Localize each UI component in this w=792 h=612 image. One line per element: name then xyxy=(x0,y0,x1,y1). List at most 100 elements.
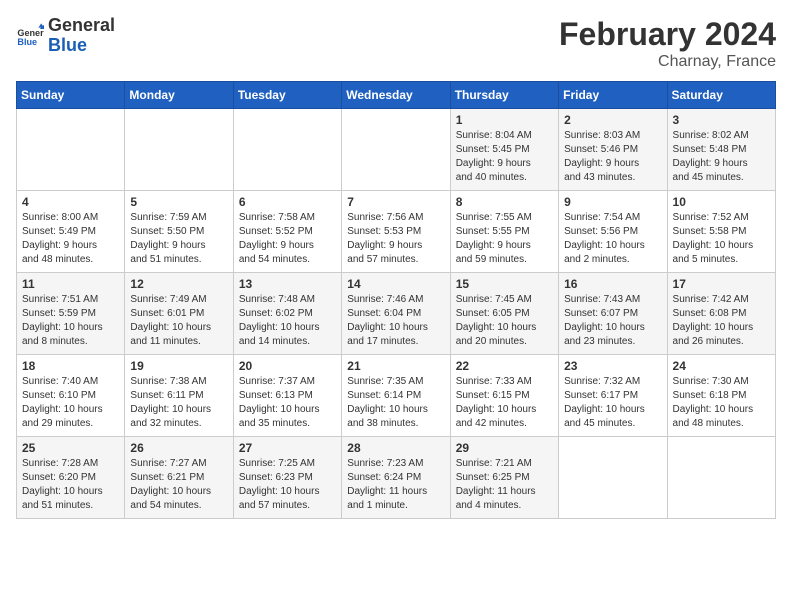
day-number: 16 xyxy=(564,277,661,291)
calendar-cell: 21 Sunrise: 7:35 AM Sunset: 6:14 PM Dayli… xyxy=(342,355,450,437)
calendar-cell: 15 Sunrise: 7:45 AM Sunset: 6:05 PM Dayli… xyxy=(450,273,558,355)
day-number: 5 xyxy=(130,195,227,209)
calendar-cell: 16 Sunrise: 7:43 AM Sunset: 6:07 PM Dayli… xyxy=(559,273,667,355)
calendar-cell: 17Sunrise: 7:42 AM Sunset: 6:08 PM Dayli… xyxy=(667,273,775,355)
week-row-3: 11 Sunrise: 7:51 AM Sunset: 5:59 PM Dayli… xyxy=(17,273,776,355)
calendar-cell: 23Sunrise: 7:32 AM Sunset: 6:17 PM Dayli… xyxy=(559,355,667,437)
day-number: 22 xyxy=(456,359,553,373)
calendar-cell: 28 Sunrise: 7:23 AM Sunset: 6:24 PM Dayli… xyxy=(342,437,450,519)
day-number: 7 xyxy=(347,195,444,209)
day-number: 2 xyxy=(564,113,661,127)
calendar-cell: 8 Sunrise: 7:55 AM Sunset: 5:55 PM Daylig… xyxy=(450,191,558,273)
calendar-cell: 9 Sunrise: 7:54 AM Sunset: 5:56 PM Daylig… xyxy=(559,191,667,273)
day-info: Sunrise: 7:37 AM Sunset: 6:13 PM Dayligh… xyxy=(239,375,336,431)
week-row-2: 4 Sunrise: 8:00 AM Sunset: 5:49 PM Daylig… xyxy=(17,191,776,273)
day-number: 19 xyxy=(130,359,227,373)
calendar-cell xyxy=(233,109,341,191)
calendar-cell: 5 Sunrise: 7:59 AM Sunset: 5:50 PM Daylig… xyxy=(125,191,233,273)
day-info: Sunrise: 7:48 AM Sunset: 6:02 PM Dayligh… xyxy=(239,293,336,349)
day-info: Sunrise: 7:40 AM Sunset: 6:10 PM Dayligh… xyxy=(22,375,119,431)
day-info: Sunrise: 7:51 AM Sunset: 5:59 PM Dayligh… xyxy=(22,293,119,349)
day-info: Sunrise: 7:21 AM Sunset: 6:25 PM Dayligh… xyxy=(456,457,553,513)
calendar-cell: 14 Sunrise: 7:46 AM Sunset: 6:04 PM Dayli… xyxy=(342,273,450,355)
day-info: Sunrise: 7:46 AM Sunset: 6:04 PM Dayligh… xyxy=(347,293,444,349)
week-row-4: 18 Sunrise: 7:40 AM Sunset: 6:10 PM Dayli… xyxy=(17,355,776,437)
calendar-cell xyxy=(667,437,775,519)
day-info: Sunrise: 7:56 AM Sunset: 5:53 PM Dayligh… xyxy=(347,211,444,267)
logo-icon: General Blue xyxy=(16,22,44,50)
day-info: Sunrise: 7:27 AM Sunset: 6:21 PM Dayligh… xyxy=(130,457,227,513)
weekday-header-tuesday: Tuesday xyxy=(233,82,341,109)
calendar-cell: 27 Sunrise: 7:25 AM Sunset: 6:23 PM Dayli… xyxy=(233,437,341,519)
day-info: Sunrise: 7:35 AM Sunset: 6:14 PM Dayligh… xyxy=(347,375,444,431)
day-number: 14 xyxy=(347,277,444,291)
day-info: Sunrise: 7:30 AM Sunset: 6:18 PM Dayligh… xyxy=(673,375,770,431)
day-number: 8 xyxy=(456,195,553,209)
day-info: Sunrise: 7:43 AM Sunset: 6:07 PM Dayligh… xyxy=(564,293,661,349)
weekday-header-row: SundayMondayTuesdayWednesdayThursdayFrid… xyxy=(17,82,776,109)
day-number: 6 xyxy=(239,195,336,209)
day-number: 28 xyxy=(347,441,444,455)
logo: General Blue GeneralBlue xyxy=(16,16,115,56)
day-info: Sunrise: 7:59 AM Sunset: 5:50 PM Dayligh… xyxy=(130,211,227,267)
calendar-cell: 20Sunrise: 7:37 AM Sunset: 6:13 PM Dayli… xyxy=(233,355,341,437)
day-info: Sunrise: 7:25 AM Sunset: 6:23 PM Dayligh… xyxy=(239,457,336,513)
page-header: General Blue GeneralBlue February 2024 C… xyxy=(16,16,776,71)
day-number: 27 xyxy=(239,441,336,455)
week-row-5: 25 Sunrise: 7:28 AM Sunset: 6:20 PM Dayli… xyxy=(17,437,776,519)
location-subtitle: Charnay, France xyxy=(559,53,776,71)
month-year-title: February 2024 xyxy=(559,16,776,53)
day-number: 17 xyxy=(673,277,770,291)
calendar-cell: 19Sunrise: 7:38 AM Sunset: 6:11 PM Dayli… xyxy=(125,355,233,437)
calendar-cell xyxy=(559,437,667,519)
calendar-cell xyxy=(17,109,125,191)
day-number: 25 xyxy=(22,441,119,455)
day-info: Sunrise: 7:28 AM Sunset: 6:20 PM Dayligh… xyxy=(22,457,119,513)
svg-text:Blue: Blue xyxy=(17,37,37,47)
calendar-cell: 25 Sunrise: 7:28 AM Sunset: 6:20 PM Dayli… xyxy=(17,437,125,519)
calendar-cell: 13 Sunrise: 7:48 AM Sunset: 6:02 PM Dayli… xyxy=(233,273,341,355)
day-info: Sunrise: 7:45 AM Sunset: 6:05 PM Dayligh… xyxy=(456,293,553,349)
logo-text: GeneralBlue xyxy=(48,16,115,56)
calendar-cell: 12Sunrise: 7:49 AM Sunset: 6:01 PM Dayli… xyxy=(125,273,233,355)
day-number: 4 xyxy=(22,195,119,209)
calendar-cell: 4 Sunrise: 8:00 AM Sunset: 5:49 PM Daylig… xyxy=(17,191,125,273)
day-info: Sunrise: 7:32 AM Sunset: 6:17 PM Dayligh… xyxy=(564,375,661,431)
day-info: Sunrise: 7:55 AM Sunset: 5:55 PM Dayligh… xyxy=(456,211,553,267)
day-number: 15 xyxy=(456,277,553,291)
weekday-header-sunday: Sunday xyxy=(17,82,125,109)
day-number: 24 xyxy=(673,359,770,373)
calendar-cell: 11 Sunrise: 7:51 AM Sunset: 5:59 PM Dayli… xyxy=(17,273,125,355)
calendar-table: SundayMondayTuesdayWednesdayThursdayFrid… xyxy=(16,81,776,519)
day-number: 10 xyxy=(673,195,770,209)
calendar-cell: 2 Sunrise: 8:03 AM Sunset: 5:46 PM Daylig… xyxy=(559,109,667,191)
weekday-header-monday: Monday xyxy=(125,82,233,109)
day-info: Sunrise: 7:52 AM Sunset: 5:58 PM Dayligh… xyxy=(673,211,770,267)
calendar-cell: 7 Sunrise: 7:56 AM Sunset: 5:53 PM Daylig… xyxy=(342,191,450,273)
day-number: 26 xyxy=(130,441,227,455)
calendar-cell: 18 Sunrise: 7:40 AM Sunset: 6:10 PM Dayli… xyxy=(17,355,125,437)
day-number: 9 xyxy=(564,195,661,209)
week-row-1: 1Sunrise: 8:04 AM Sunset: 5:45 PM Daylig… xyxy=(17,109,776,191)
calendar-cell: 29 Sunrise: 7:21 AM Sunset: 6:25 PM Dayli… xyxy=(450,437,558,519)
day-number: 29 xyxy=(456,441,553,455)
day-number: 3 xyxy=(673,113,770,127)
day-info: Sunrise: 7:33 AM Sunset: 6:15 PM Dayligh… xyxy=(456,375,553,431)
day-number: 18 xyxy=(22,359,119,373)
day-info: Sunrise: 8:03 AM Sunset: 5:46 PM Dayligh… xyxy=(564,129,661,185)
day-info: Sunrise: 7:54 AM Sunset: 5:56 PM Dayligh… xyxy=(564,211,661,267)
day-info: Sunrise: 8:04 AM Sunset: 5:45 PM Dayligh… xyxy=(456,129,553,185)
calendar-cell: 24 Sunrise: 7:30 AM Sunset: 6:18 PM Dayli… xyxy=(667,355,775,437)
calendar-cell: 3Sunrise: 8:02 AM Sunset: 5:48 PM Daylig… xyxy=(667,109,775,191)
day-info: Sunrise: 7:58 AM Sunset: 5:52 PM Dayligh… xyxy=(239,211,336,267)
day-info: Sunrise: 8:00 AM Sunset: 5:49 PM Dayligh… xyxy=(22,211,119,267)
day-number: 21 xyxy=(347,359,444,373)
weekday-header-saturday: Saturday xyxy=(667,82,775,109)
title-block: February 2024 Charnay, France xyxy=(559,16,776,71)
calendar-cell: 10 Sunrise: 7:52 AM Sunset: 5:58 PM Dayli… xyxy=(667,191,775,273)
weekday-header-friday: Friday xyxy=(559,82,667,109)
day-info: Sunrise: 7:23 AM Sunset: 6:24 PM Dayligh… xyxy=(347,457,444,513)
day-number: 11 xyxy=(22,277,119,291)
day-number: 12 xyxy=(130,277,227,291)
day-number: 13 xyxy=(239,277,336,291)
